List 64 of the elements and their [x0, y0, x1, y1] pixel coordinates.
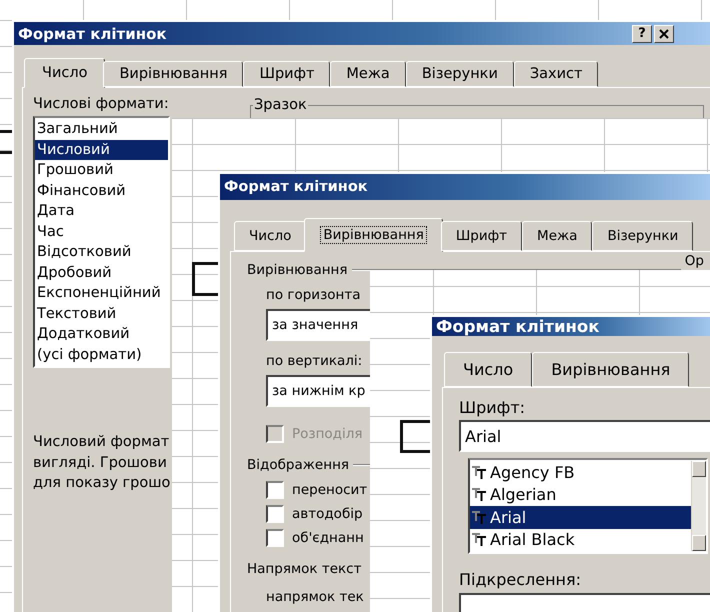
list-item[interactable]: Дробовий [35, 262, 168, 283]
vertical-label: по вертикалі: [266, 353, 364, 369]
tab[interactable]: Візерунки [406, 61, 514, 87]
list-item[interactable]: Грошовий [35, 160, 168, 180]
description-text: вигляді. Грошови [33, 454, 167, 472]
font-list[interactable]: Agency FB Algerian Arial Arial Black [468, 458, 708, 554]
tab[interactable]: Візерунки [592, 221, 694, 251]
horizontal-label: по горизонта [266, 287, 362, 303]
description-text: для показу грошо [33, 474, 170, 493]
tab[interactable]: Захист [514, 61, 598, 87]
tab[interactable]: Вирівнювання [532, 352, 690, 387]
tab[interactable]: Число [24, 58, 106, 88]
list-item[interactable]: Експоненційний [35, 283, 168, 304]
group-label: Відображення [247, 457, 350, 473]
tab[interactable]: Межа [330, 61, 406, 87]
tab[interactable]: Шрифт [243, 61, 330, 87]
direction-label: напрямок тек [266, 589, 364, 605]
font-label: Шрифт: [459, 398, 526, 417]
list-item[interactable]: Arial Black [470, 528, 691, 551]
checkbox[interactable] [266, 529, 284, 547]
list-item[interactable]: Текстовий [35, 304, 168, 324]
tab[interactable]: Число [234, 221, 306, 251]
font-field[interactable]: Arial [459, 420, 710, 452]
sample-label: Зразок [253, 96, 308, 114]
description-text: Числовий формат [33, 433, 170, 452]
group-label: Вирівнювання [247, 262, 348, 278]
tab[interactable]: Число [444, 352, 532, 387]
tab[interactable]: Вирівнювання [304, 218, 443, 252]
checkbox-label: Розподіля [292, 426, 362, 442]
list-item[interactable]: (усі формати) [35, 344, 168, 365]
close-button[interactable] [654, 24, 674, 42]
font-icon [472, 533, 486, 546]
scrollbar[interactable] [691, 461, 706, 551]
checkbox[interactable] [266, 505, 284, 523]
list-item[interactable]: Algerian [470, 484, 691, 506]
group-label: Ор [684, 253, 704, 269]
list-item[interactable]: Agency FB [470, 461, 691, 484]
checkbox-label: переносит [292, 482, 368, 498]
list-item[interactable]: Числовий [35, 140, 168, 160]
checkbox-label: об'єднанн [292, 530, 364, 546]
group-label: Напрямок текст [247, 561, 362, 577]
underline-label: Підкреслення: [459, 570, 582, 589]
checkbox-label: автодобір [292, 506, 363, 522]
tab[interactable]: Шрифт [440, 221, 522, 251]
help-button[interactable]: ? [632, 24, 652, 42]
font-icon [472, 466, 486, 479]
list-item[interactable]: Загальний [35, 119, 168, 140]
window-title: Формат клітинок [224, 179, 368, 195]
list-item[interactable]: Фінансовий [35, 180, 168, 201]
close-icon [659, 28, 669, 38]
list-item[interactable]: Arial [470, 506, 691, 528]
font-icon [472, 488, 486, 502]
format-list[interactable]: Загальний Числовий Грошовий Фінансовий Дата Час Відсотковий Дробовий Експоненційний Текстовий Додатковий (усі формати) [33, 116, 170, 368]
window-title: Формат клітинок [18, 24, 167, 42]
formats-label: Числові формати: [33, 96, 170, 112]
list-item[interactable]: Час [35, 222, 168, 242]
window-title: Формат клітинок [436, 317, 600, 336]
checkbox[interactable] [266, 481, 284, 499]
list-item[interactable]: Дата [35, 201, 168, 222]
list-item[interactable]: Додатковий [35, 324, 168, 344]
tab[interactable]: Межа [522, 221, 592, 251]
tab[interactable]: Вирівнювання [103, 61, 244, 87]
font-icon [472, 510, 486, 524]
list-item[interactable]: Відсотковий [35, 242, 168, 262]
